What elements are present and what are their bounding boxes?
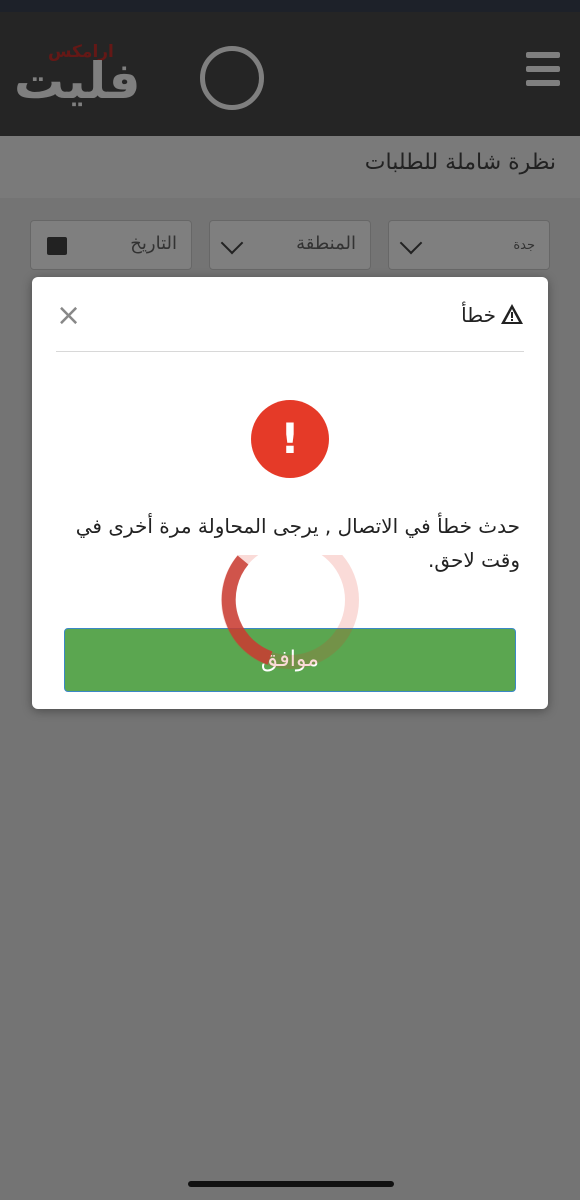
home-indicator: [188, 1181, 394, 1187]
error-alert-icon: !: [251, 400, 329, 478]
dialog-header: خطأ ×: [56, 293, 524, 352]
close-icon[interactable]: ×: [56, 301, 81, 331]
dialog-title: خطأ: [461, 303, 496, 327]
warning-triangle-icon: [501, 304, 523, 324]
loading-spinner-icon: [221, 555, 359, 669]
